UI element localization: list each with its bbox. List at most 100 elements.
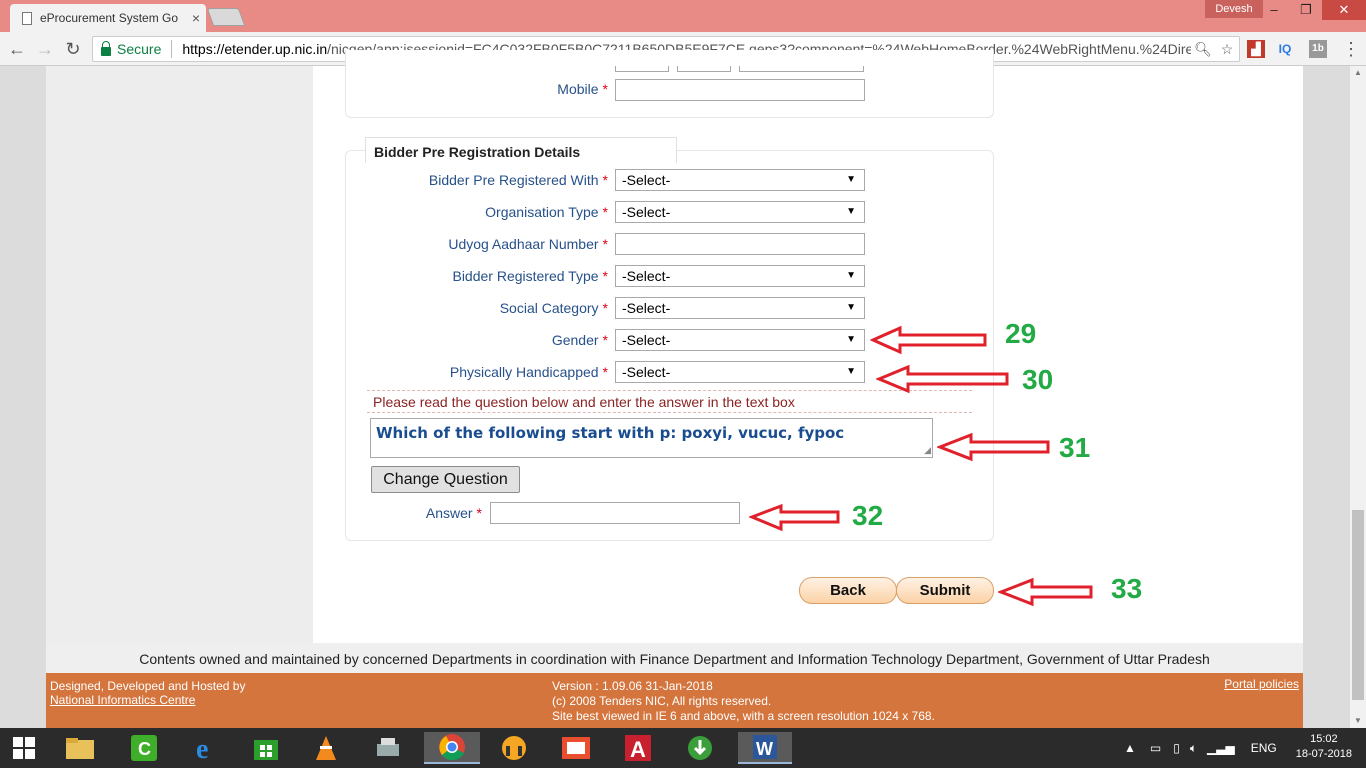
url-host: https://etender.up.nic.in (182, 41, 328, 57)
required-mark: * (602, 172, 608, 188)
udyog-aadhaar-label: Udyog Aadhaar Number * (380, 236, 608, 252)
chrome-icon[interactable] (424, 732, 480, 764)
gender-label: Gender * (380, 332, 608, 348)
nic-link[interactable]: National Informatics Centre (50, 693, 245, 707)
annotation-number: 31 (1059, 432, 1091, 463)
autocad-icon[interactable]: A (618, 732, 658, 764)
extension-iq-icon[interactable]: IQ (1276, 40, 1294, 58)
dashed-divider (367, 412, 972, 413)
select-value: -Select- (622, 204, 671, 220)
back-button[interactable]: Back (799, 577, 897, 604)
mobile-input[interactable] (615, 79, 865, 101)
submit-button[interactable]: Submit (896, 577, 994, 604)
new-tab-button[interactable] (206, 8, 246, 26)
select-value: -Select- (622, 300, 671, 316)
minimize-button[interactable]: – (1258, 0, 1290, 20)
language-indicator[interactable]: ENG (1251, 741, 1277, 755)
select-value: -Select- (622, 332, 671, 348)
network-adapter-icon[interactable]: ▭ (1150, 741, 1161, 755)
answer-input[interactable] (490, 502, 740, 524)
forward-arrow-icon[interactable]: → (34, 38, 56, 60)
browser-tab[interactable]: eProcurement System Go × (10, 4, 206, 32)
signal-icon[interactable]: ▁▃▅ (1207, 741, 1235, 755)
close-window-button[interactable]: ✕ (1322, 0, 1366, 20)
annotation-number: 33 (1111, 573, 1143, 604)
partial-input-1[interactable] (615, 66, 669, 72)
annotation-arrow-icon (998, 577, 1093, 607)
designed-by-text: Designed, Developed and Hosted by (50, 679, 246, 693)
social-category-select[interactable]: -Select- ▼ (615, 297, 865, 319)
dropdown-arrow-icon: ▼ (846, 302, 856, 313)
section-title: Bidder Pre Registration Details (365, 137, 677, 163)
organisation-type-label: Organisation Type * (380, 204, 608, 220)
partial-input-3[interactable] (739, 66, 864, 72)
select-value: -Select- (622, 268, 671, 284)
windows-start-icon[interactable] (4, 732, 44, 764)
battery-icon[interactable]: ▯ (1173, 741, 1180, 755)
audio-app-icon[interactable] (494, 732, 534, 764)
scrollbar-thumb[interactable] (1352, 510, 1364, 700)
presentation-app-icon[interactable] (556, 732, 596, 764)
change-question-button[interactable]: Change Question (371, 466, 520, 493)
dropdown-arrow-icon: ▼ (846, 206, 856, 217)
store-icon[interactable] (246, 732, 286, 764)
menu-icon[interactable]: ⋮ (1340, 38, 1362, 60)
gender-select[interactable]: -Select- ▼ (615, 329, 865, 351)
tray-expand-icon[interactable]: ▲ (1124, 741, 1136, 755)
label-text: Answer (425, 505, 473, 521)
label-text: Gender (551, 332, 599, 348)
windows-taskbar: C e A W ▲ ▭ ▯ 🔈︎ ▁▃▅ ENG 15:02 18-07-201… (0, 728, 1366, 768)
system-clock[interactable]: 15:02 18-07-2018 (1296, 732, 1352, 762)
required-mark: * (602, 332, 608, 348)
scroll-down-icon[interactable]: ▼ (1350, 714, 1366, 728)
required-mark: * (602, 204, 608, 220)
camtasia-icon[interactable]: C (124, 732, 164, 764)
required-mark: * (602, 364, 608, 380)
partial-input-2[interactable] (677, 66, 731, 72)
page-scrollbar[interactable]: ▲ ▼ (1350, 66, 1366, 728)
printer-icon[interactable] (368, 732, 408, 764)
udyog-aadhaar-input[interactable] (615, 233, 865, 255)
answer-label: Answer * (380, 505, 482, 521)
tab-close-icon[interactable]: × (186, 10, 206, 26)
file-explorer-icon[interactable] (60, 732, 100, 764)
extension-chart-icon[interactable]: ▟ (1247, 40, 1265, 58)
reload-icon[interactable]: ↻ (62, 38, 84, 60)
annotation-number: 29 (1005, 318, 1037, 349)
mobile-label-text: Mobile (557, 81, 599, 97)
question-textarea[interactable]: Which of the following start with p: pox… (370, 418, 933, 458)
zoom-icon[interactable]: 🔍︎ (1191, 41, 1215, 58)
dropdown-arrow-icon: ▼ (846, 334, 856, 345)
profile-button[interactable]: Devesh (1205, 0, 1263, 18)
physically-handicapped-select[interactable]: -Select- ▼ (615, 361, 865, 383)
question-note: Please read the question below and enter… (373, 394, 795, 410)
required-mark: * (602, 268, 608, 284)
dropdown-arrow-icon: ▼ (846, 270, 856, 281)
pre-registered-with-select[interactable]: -Select- ▼ (615, 169, 865, 191)
pre-registered-with-label: Bidder Pre Registered With * (380, 172, 608, 188)
registered-type-select[interactable]: -Select- ▼ (615, 265, 865, 287)
resize-grip-icon[interactable]: ◢ (924, 446, 931, 456)
mobile-label: Mobile * (520, 81, 608, 97)
portal-policies-link[interactable]: Portal policies (1224, 677, 1299, 691)
organisation-type-select[interactable]: -Select- ▼ (615, 201, 865, 223)
annotation-arrow-icon (937, 432, 1050, 462)
annotation-arrow-icon (876, 364, 1009, 394)
maximize-button[interactable]: ❐ (1290, 0, 1322, 20)
extension-1b-icon[interactable]: 1b (1309, 40, 1327, 58)
download-manager-icon[interactable] (680, 732, 720, 764)
scroll-up-icon[interactable]: ▲ (1350, 66, 1366, 80)
internet-explorer-icon[interactable]: e (186, 732, 226, 764)
svg-text:W: W (756, 739, 773, 759)
label-text: Physically Handicapped (449, 364, 599, 380)
tab-title: eProcurement System Go (40, 11, 179, 25)
system-tray: ▲ ▭ ▯ 🔈︎ ▁▃▅ ENG (1124, 728, 1277, 768)
back-arrow-icon[interactable]: ← (6, 38, 28, 60)
footer-middle: Version : 1.09.06 31-Jan-2018 (c) 2008 T… (552, 679, 935, 724)
vlc-icon[interactable] (306, 732, 346, 764)
volume-icon[interactable]: 🔈︎ (1190, 741, 1197, 756)
word-icon[interactable]: W (738, 732, 792, 764)
ownership-footer: Contents owned and maintained by concern… (46, 643, 1303, 673)
label-text: Bidder Registered Type (452, 268, 599, 284)
bookmark-star-icon[interactable]: ☆ (1215, 41, 1239, 58)
